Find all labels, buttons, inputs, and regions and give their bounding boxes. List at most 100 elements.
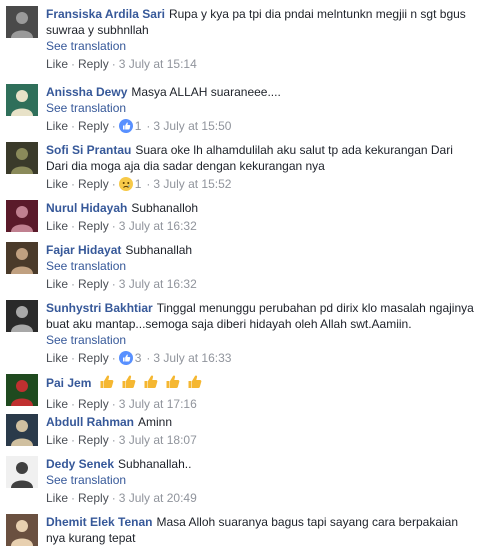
comment-author[interactable]: Fransiska Ardila Sari <box>46 7 165 21</box>
comment-author[interactable]: Fajar Hidayat <box>46 243 121 257</box>
separator: · <box>71 177 76 191</box>
comment-timestamp[interactable]: 3 July at 16:32 <box>119 219 197 233</box>
comment-text: Subhanallah <box>125 243 193 257</box>
comment-timestamp[interactable]: 3 July at 17:16 <box>119 397 197 411</box>
comment-text: Masya ALLAH suaraneee.... <box>131 85 281 99</box>
separator: · <box>111 433 116 447</box>
comment-actions: Like · Reply · 3 · 3 July at 16:33 <box>46 350 474 369</box>
separator: · <box>71 119 76 133</box>
separator: · <box>71 277 76 291</box>
comment-body: Dhemit Elek Tenan Masa Alloh suaranya bag… <box>46 514 474 546</box>
separator: · <box>146 351 151 365</box>
separator: · <box>111 177 116 191</box>
comment-body: Fransiska Ardila Sari Rupa y kya pa tpi d… <box>46 6 474 72</box>
like-link[interactable]: Like <box>46 119 68 133</box>
see-translation-link[interactable]: See translation <box>46 472 474 488</box>
sad-reaction-icon[interactable] <box>118 177 133 195</box>
separator: · <box>71 397 76 411</box>
comment-timestamp[interactable]: 3 July at 15:52 <box>153 177 231 191</box>
comment-text: Subhanallah.. <box>118 457 192 471</box>
reply-link[interactable]: Reply <box>78 397 109 411</box>
comment-body: Sofi Si Prantau Suara oke lh alhamdulilah… <box>46 142 474 195</box>
comment-timestamp[interactable]: 3 July at 16:32 <box>119 277 197 291</box>
separator: · <box>71 433 76 447</box>
reply-link[interactable]: Reply <box>78 277 109 291</box>
separator: · <box>71 219 76 233</box>
like-link[interactable]: Like <box>46 351 68 365</box>
comment-actions: Like · Reply · 3 July at 20:49 <box>46 490 474 506</box>
comment-actions: Like · Reply · 3 July at 16:32 <box>46 276 474 292</box>
avatar[interactable] <box>6 374 38 406</box>
reaction-count[interactable]: 1 <box>135 119 142 133</box>
comment-author[interactable]: Anissha Dewy <box>46 85 127 99</box>
comment-author[interactable]: Sofi Si Prantau <box>46 143 131 157</box>
reaction-count[interactable]: 3 <box>135 351 142 365</box>
comment-body: Dedy Senek Subhanallah.. See translation Li… <box>46 456 474 506</box>
reply-link[interactable]: Reply <box>78 57 109 71</box>
separator: · <box>111 219 116 233</box>
avatar[interactable] <box>6 414 38 446</box>
comment-timestamp[interactable]: 3 July at 15:14 <box>119 57 197 71</box>
comment-timestamp[interactable]: 3 July at 18:07 <box>119 433 197 447</box>
reply-link[interactable]: Reply <box>78 433 109 447</box>
avatar[interactable] <box>6 514 38 546</box>
like-link[interactable]: Like <box>46 219 68 233</box>
comment-body: Pai Jem Like · Reply · 3 July at 17:16 <box>46 374 474 412</box>
comment-body: Sunhystri Bakhtiar Tinggal menunggu perub… <box>46 300 474 369</box>
avatar[interactable] <box>6 300 38 332</box>
reply-link[interactable]: Reply <box>78 351 109 365</box>
reply-link[interactable]: Reply <box>78 491 109 505</box>
comment-author[interactable]: Abdull Rahman <box>46 415 134 429</box>
comment-actions: Like · Reply · 1 · 3 July at 15:50 <box>46 118 474 137</box>
separator: · <box>71 491 76 505</box>
thumbs-up-icon <box>99 374 115 394</box>
see-translation-link[interactable]: See translation <box>46 100 474 116</box>
separator: · <box>71 351 76 365</box>
comment-body: Anissha Dewy Masya ALLAH suaraneee.... See… <box>46 84 474 137</box>
separator: · <box>146 177 151 191</box>
comment-author[interactable]: Dedy Senek <box>46 457 114 471</box>
comment-body: Nurul Hidayah Subhanalloh Like · Reply · 3 Jul… <box>46 200 474 234</box>
comment-body: Fajar Hidayat Subhanallah See translation L… <box>46 242 474 292</box>
like-link[interactable]: Like <box>46 277 68 291</box>
avatar[interactable] <box>6 6 38 38</box>
comment-author[interactable]: Sunhystri Bakhtiar <box>46 301 153 315</box>
reply-link[interactable]: Reply <box>78 219 109 233</box>
see-translation-link[interactable]: See translation <box>46 38 474 54</box>
avatar[interactable] <box>6 456 38 488</box>
separator: · <box>111 491 116 505</box>
see-translation-link[interactable]: See translation <box>46 332 474 348</box>
like-link[interactable]: Like <box>46 491 68 505</box>
like-reaction-icon[interactable] <box>118 119 133 137</box>
like-reaction-icon[interactable] <box>118 351 133 369</box>
reaction-count[interactable]: 1 <box>135 177 142 191</box>
comment-actions: Like · Reply · 3 July at 15:14 <box>46 56 474 72</box>
separator: · <box>111 119 116 133</box>
comment-timestamp[interactable]: 3 July at 20:49 <box>119 491 197 505</box>
like-link[interactable]: Like <box>46 57 68 71</box>
comment-actions: Like · Reply · 3 July at 17:16 <box>46 396 474 412</box>
thumbs-up-icon <box>143 374 159 394</box>
comment-author[interactable]: Nurul Hidayah <box>46 201 127 215</box>
avatar[interactable] <box>6 142 38 174</box>
avatar[interactable] <box>6 84 38 116</box>
avatar[interactable] <box>6 200 38 232</box>
comment-author[interactable]: Pai Jem <box>46 376 91 390</box>
avatar[interactable] <box>6 242 38 274</box>
comment-timestamp[interactable]: 3 July at 16:33 <box>153 351 231 365</box>
comment-text: Aminn <box>138 415 173 429</box>
separator: · <box>146 119 151 133</box>
comment-actions: Like · Reply · 1 · 3 July at 15:52 <box>46 176 474 195</box>
like-link[interactable]: Like <box>46 397 68 411</box>
see-translation-link[interactable]: See translation <box>46 258 474 274</box>
thumbs-up-icon <box>165 374 181 394</box>
comment-author[interactable]: Dhemit Elek Tenan <box>46 515 152 529</box>
reply-link[interactable]: Reply <box>78 177 109 191</box>
separator: · <box>111 397 116 411</box>
comment-timestamp[interactable]: 3 July at 15:50 <box>153 119 231 133</box>
like-link[interactable]: Like <box>46 177 68 191</box>
like-link[interactable]: Like <box>46 433 68 447</box>
reply-link[interactable]: Reply <box>78 119 109 133</box>
emoji-row <box>99 374 209 394</box>
thumbs-up-icon <box>187 374 203 394</box>
